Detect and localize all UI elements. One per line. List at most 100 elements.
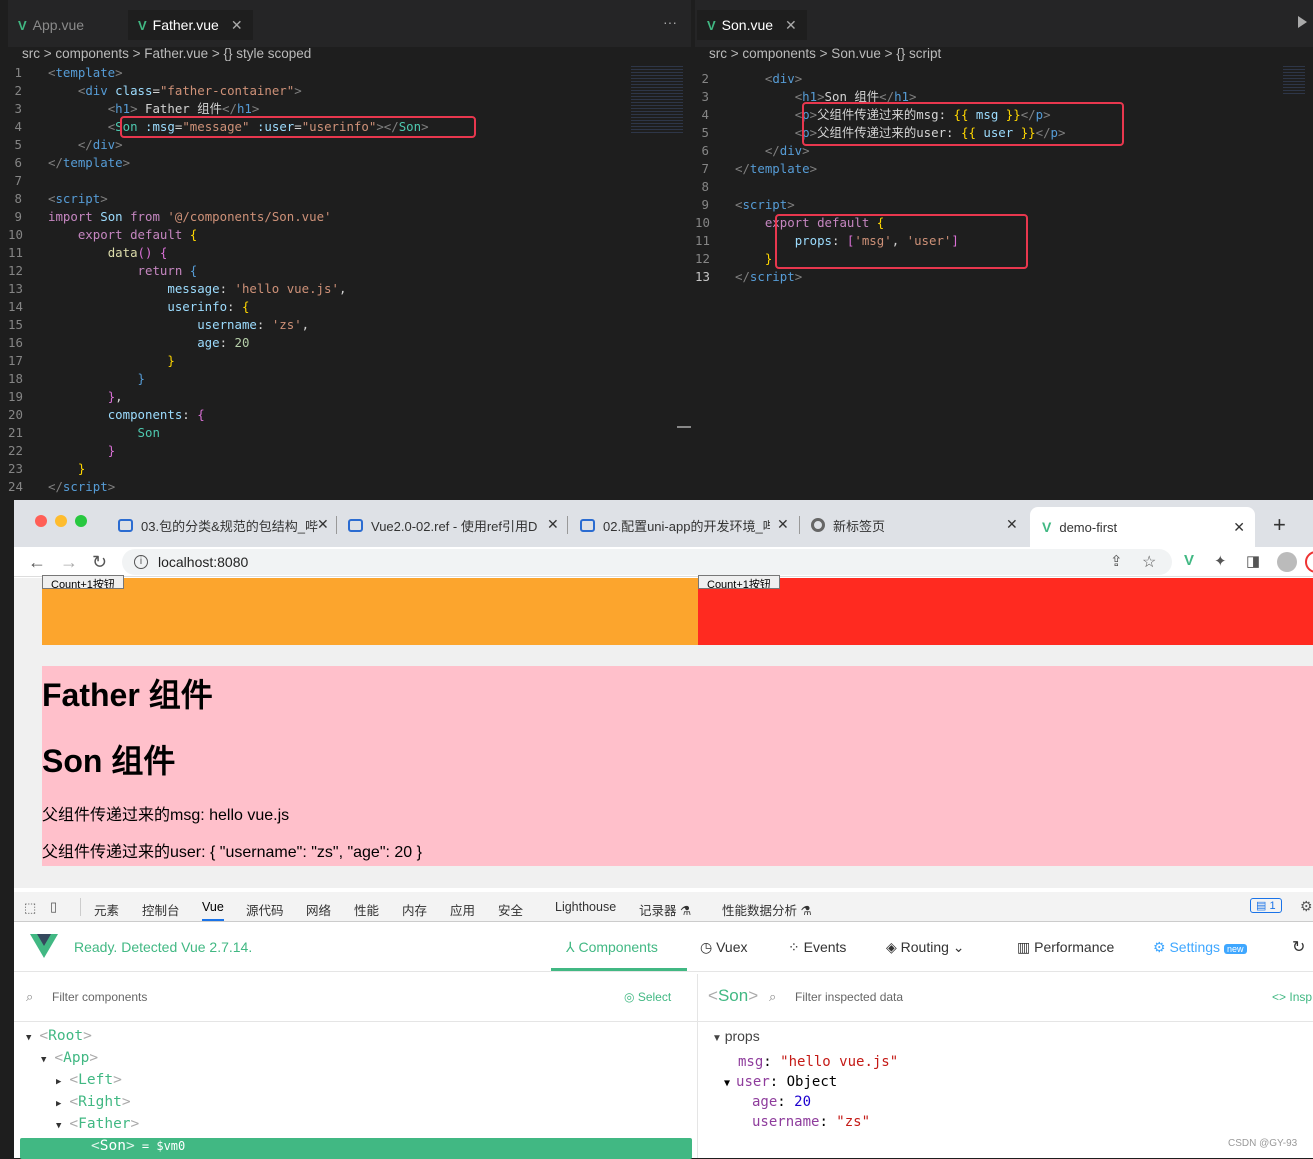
breadcrumb[interactable]: src > components > Son.vue > {} script	[709, 46, 941, 61]
nav-performance[interactable]: ▥ Performance	[1017, 939, 1114, 956]
nav-components[interactable]: ⅄ Components	[566, 939, 658, 956]
tree-node[interactable]: <Son> = $vm0	[20, 1138, 692, 1159]
close-icon[interactable]: ✕	[231, 17, 243, 34]
code-line[interactable]: 16 age: 20	[8, 334, 691, 352]
editor-tab-son[interactable]: V Son.vue ✕	[697, 10, 807, 40]
code-line[interactable]: 1 <template>	[8, 64, 691, 82]
count-button-left[interactable]: Count+1按钮	[42, 575, 124, 589]
tree-node[interactable]: ▼ <App>	[41, 1050, 98, 1066]
nav-routing[interactable]: ◈ Routing ⌄	[886, 939, 965, 956]
code-line[interactable]: 9 <script>	[695, 196, 1313, 214]
forward-icon[interactable]: →	[60, 552, 78, 573]
prop-age[interactable]: age: 20	[752, 1094, 811, 1110]
minimap[interactable]	[1283, 64, 1305, 94]
close-icon[interactable]: ✕	[785, 17, 797, 34]
code-line[interactable]: 8 <script>	[8, 190, 691, 208]
devtools-tab-console[interactable]: 控制台	[142, 900, 180, 919]
devtools-tab-lighthouse[interactable]: Lighthouse	[555, 900, 616, 914]
close-icon[interactable]: ✕	[547, 516, 559, 533]
refresh-icon[interactable]: ↻	[1292, 937, 1305, 957]
info-icon[interactable]: i	[134, 555, 148, 569]
reload-icon[interactable]: ↻	[92, 552, 107, 573]
pane-divider[interactable]	[697, 974, 698, 1158]
devtools-tab-application[interactable]: 应用	[450, 900, 475, 919]
devtools-tab-performance[interactable]: 性能	[354, 900, 379, 919]
share-icon[interactable]: ⇪	[1110, 552, 1123, 570]
browser-tab-active[interactable]: Vdemo-first ✕	[1030, 507, 1255, 547]
code-line[interactable]: 19 },	[8, 388, 691, 406]
nav-settings[interactable]: ⚙ Settings new	[1153, 939, 1247, 956]
inspect-element-icon[interactable]: ⬚	[24, 900, 36, 916]
run-icon[interactable]	[1298, 16, 1307, 28]
code-line[interactable]: 18 }	[8, 370, 691, 388]
props-section-header[interactable]: ▼ props	[712, 1028, 760, 1044]
prop-msg[interactable]: msg: "hello vue.js"	[738, 1054, 898, 1070]
code-line[interactable]: 7 </template>	[695, 160, 1313, 178]
code-line[interactable]: 6 </template>	[8, 154, 691, 172]
maximize-window-button[interactable]	[75, 515, 87, 527]
new-tab-button[interactable]: +	[1273, 512, 1286, 538]
close-icon[interactable]: ✕	[777, 516, 789, 533]
code-line[interactable]: 13 message: 'hello vue.js',	[8, 280, 691, 298]
devtools-tab-vue[interactable]: Vue	[202, 900, 224, 921]
code-line[interactable]: 2 <div class="father-container">	[8, 82, 691, 100]
devtools-tab-recorder[interactable]: 记录器 ⚗	[639, 900, 691, 919]
code-line[interactable]: 11 data() {	[8, 244, 691, 262]
prop-user[interactable]: ▼ user: Object	[724, 1074, 837, 1090]
devtools-tab-network[interactable]: 网络	[306, 900, 331, 919]
profile-badge[interactable]	[1305, 551, 1313, 573]
star-icon[interactable]: ☆	[1142, 552, 1156, 572]
extensions-icon[interactable]: ✦	[1214, 552, 1227, 570]
code-line[interactable]: 22 }	[8, 442, 691, 460]
code-line[interactable]: 17 }	[8, 352, 691, 370]
minimize-window-button[interactable]	[55, 515, 67, 527]
gear-icon[interactable]: ⚙	[1300, 898, 1313, 915]
close-icon[interactable]: ✕	[1233, 519, 1245, 536]
nav-events[interactable]: ⁘ Events	[788, 939, 846, 956]
filter-inspected-input[interactable]: Filter inspected data	[795, 990, 903, 1004]
editor-tab-app[interactable]: V App.vue	[8, 10, 94, 40]
devtools-tab-memory[interactable]: 内存	[402, 900, 427, 919]
code-line[interactable]: 20 components: {	[8, 406, 691, 424]
devtools-tab-security[interactable]: 安全	[498, 900, 523, 919]
sidepanel-icon[interactable]: ◨	[1246, 552, 1260, 570]
code-line[interactable]: 24 </script>	[8, 478, 691, 496]
tree-node[interactable]: ▼ <Father>	[56, 1116, 139, 1132]
code-line[interactable]: 21 Son	[8, 424, 691, 442]
prop-username[interactable]: username: "zs"	[752, 1114, 870, 1130]
tree-node[interactable]: ▶ <Left>	[56, 1072, 122, 1088]
code-line[interactable]: 10 export default {	[8, 226, 691, 244]
close-window-button[interactable]	[35, 515, 47, 527]
devtools-tab-perf-insights[interactable]: 性能数据分析 ⚗	[722, 900, 812, 919]
vue-devtools-extension-icon[interactable]: V	[1184, 552, 1194, 569]
close-icon[interactable]: ✕	[317, 516, 329, 533]
filter-components-input[interactable]: Filter components	[52, 990, 147, 1004]
browser-tab-3[interactable]: 02.配置uni-app的开发环境_哔	[580, 512, 770, 538]
code-line[interactable]: 5 </div>	[8, 136, 691, 154]
scrollbar[interactable]	[677, 426, 691, 428]
code-line[interactable]: 7	[8, 172, 691, 190]
select-component-button[interactable]: ◎ Select	[624, 990, 671, 1004]
minimap[interactable]	[631, 64, 683, 134]
url-field[interactable]: i localhost:8080	[122, 549, 1172, 575]
avatar[interactable]	[1277, 552, 1297, 572]
browser-tab-1[interactable]: 03.包的分类&规范的包结构_哔	[118, 512, 330, 538]
code-line[interactable]: 15 username: 'zs',	[8, 316, 691, 334]
inspect-dom-button[interactable]: <> Insp	[1272, 990, 1312, 1004]
editor-tab-father[interactable]: V Father.vue ✕	[128, 10, 253, 40]
breadcrumb[interactable]: src > components > Father.vue > {} style…	[22, 46, 311, 61]
devtools-tab-sources[interactable]: 源代码	[246, 900, 284, 919]
code-line[interactable]: 23 }	[8, 460, 691, 478]
issues-badge[interactable]: ▤ 1	[1250, 898, 1282, 913]
code-line[interactable]: 14 userinfo: {	[8, 298, 691, 316]
code-line[interactable]: 9 import Son from '@/components/Son.vue'	[8, 208, 691, 226]
tree-node[interactable]: ▼ <Root>	[26, 1028, 92, 1044]
close-icon[interactable]: ✕	[1006, 516, 1018, 533]
nav-vuex[interactable]: ◷ Vuex	[700, 939, 748, 956]
code-line[interactable]: 12 return {	[8, 262, 691, 280]
count-button-right[interactable]: Count+1按钮	[698, 575, 780, 589]
tree-node[interactable]: ▶ <Right>	[56, 1094, 131, 1110]
device-toolbar-icon[interactable]: ▯	[50, 899, 57, 915]
browser-tab-4[interactable]: 新标签页	[811, 512, 1011, 538]
code-line[interactable]: 13 </script>	[695, 268, 1313, 286]
